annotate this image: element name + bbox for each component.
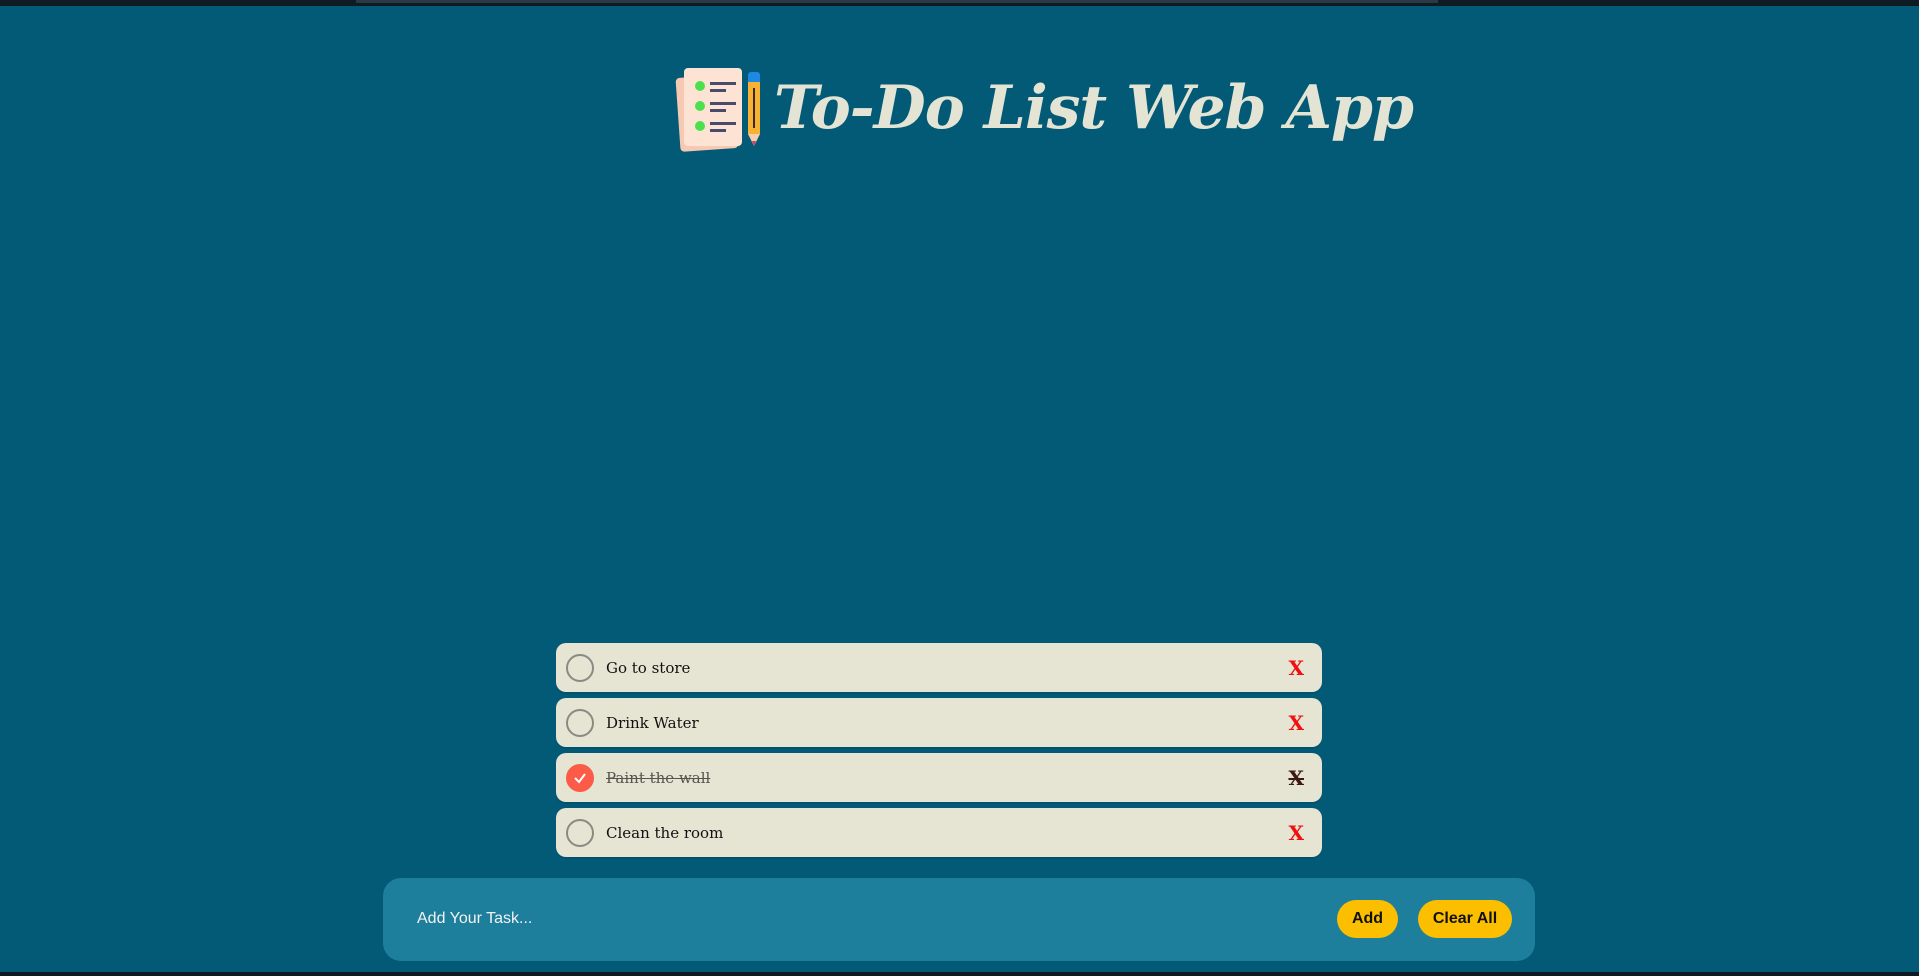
add-button[interactable]: Add: [1337, 900, 1398, 938]
task-checkbox-checked[interactable]: [566, 763, 594, 792]
task-text: Drink Water: [606, 713, 699, 732]
task-item-completed[interactable]: Paint the wall X: [556, 753, 1322, 802]
window-top-bar: [0, 0, 1919, 6]
delete-task-button[interactable]: X: [1288, 656, 1304, 680]
task-text: Go to store: [606, 658, 691, 677]
delete-task-button[interactable]: X: [1288, 711, 1304, 735]
task-checkbox[interactable]: [566, 653, 594, 682]
check-icon: [574, 772, 586, 784]
task-item[interactable]: Go to store X: [556, 643, 1322, 692]
add-task-bar: Add Clear All: [383, 878, 1535, 961]
task-text: Clean the room: [606, 823, 724, 842]
delete-task-button[interactable]: X: [1288, 821, 1304, 845]
task-item[interactable]: Clean the room X: [556, 808, 1322, 857]
task-checkbox[interactable]: [566, 708, 594, 737]
clear-all-button[interactable]: Clear All: [1418, 900, 1512, 938]
task-input[interactable]: [417, 900, 1117, 938]
delete-task-button[interactable]: X: [1288, 766, 1304, 790]
task-item[interactable]: Drink Water X: [556, 698, 1322, 747]
app-header: To-Do List Web App: [672, 58, 1414, 158]
checklist-pencil-icon: [672, 62, 768, 154]
task-checkbox[interactable]: [566, 818, 594, 847]
task-list: Go to store X Drink Water X Paint the wa…: [556, 643, 1322, 863]
task-text: Paint the wall: [606, 768, 711, 787]
app-title: To-Do List Web App: [774, 73, 1414, 143]
window-top-bar-highlight: [356, 0, 1438, 3]
window-bottom-bar: [0, 972, 1919, 976]
